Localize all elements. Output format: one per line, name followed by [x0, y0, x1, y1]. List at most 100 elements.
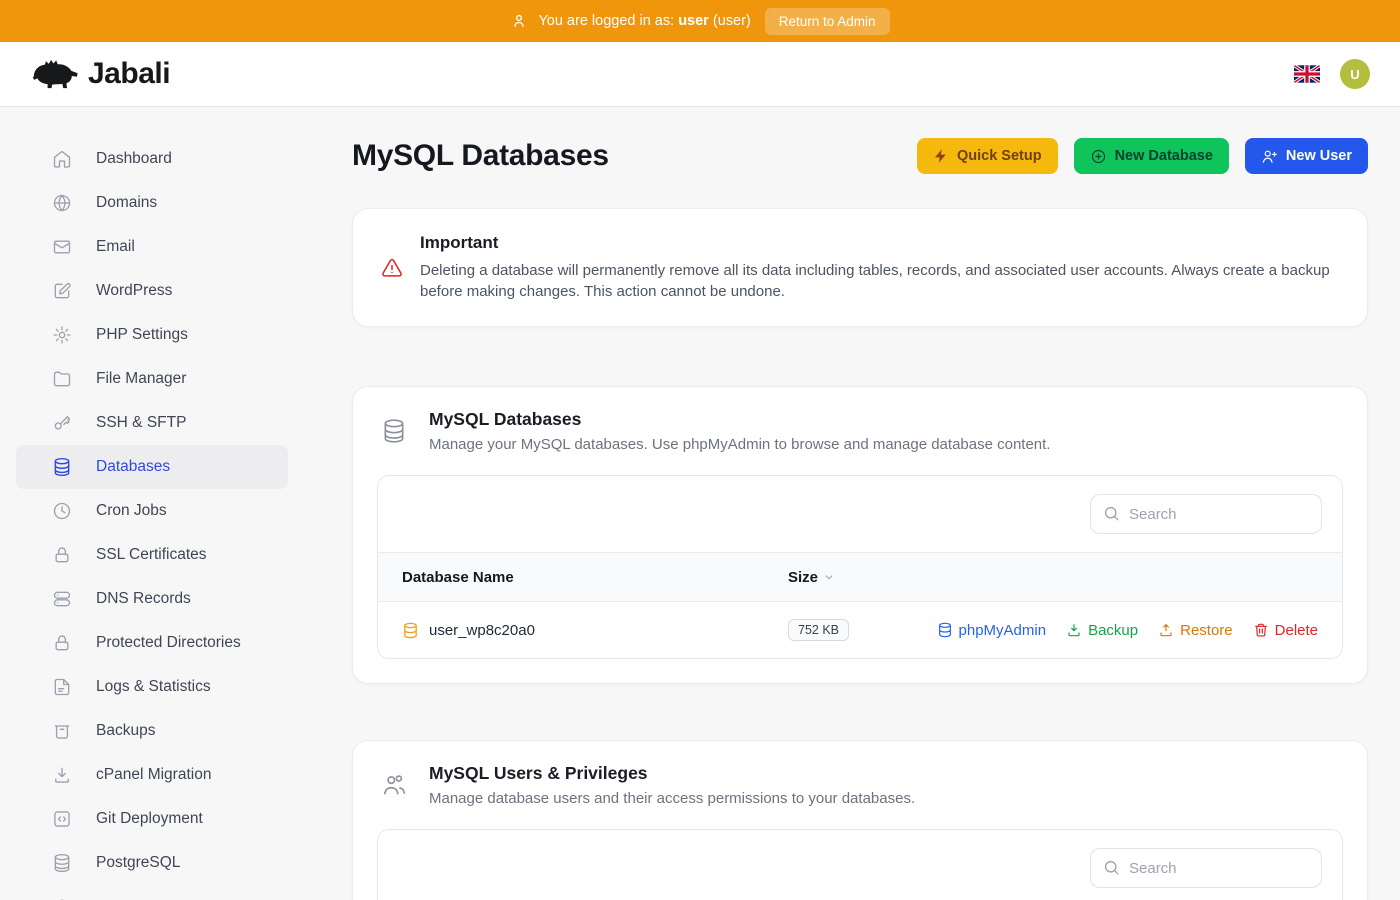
- sidebar-item-php-settings[interactable]: PHP Settings: [16, 313, 288, 357]
- backup-link[interactable]: Backup: [1066, 622, 1138, 639]
- return-to-admin-button[interactable]: Return to Admin: [765, 8, 890, 35]
- restore-link[interactable]: Restore: [1158, 622, 1233, 639]
- sidebar-item-cron-jobs[interactable]: Cron Jobs: [16, 489, 288, 533]
- trash-icon: [1253, 622, 1269, 638]
- sidebar-item-label: PostgreSQL: [96, 854, 180, 872]
- users-card-subtitle: Manage database users and their access p…: [429, 790, 915, 807]
- globe-icon: [52, 193, 72, 213]
- sidebar-item-dns-records[interactable]: DNS Records: [16, 577, 288, 621]
- page-title: MySQL Databases: [352, 139, 609, 173]
- app-header: Jabali U: [0, 42, 1400, 107]
- user-avatar[interactable]: U: [1340, 59, 1370, 89]
- download-icon: [1066, 622, 1082, 638]
- home-icon: [52, 149, 72, 169]
- zap-icon: [933, 148, 949, 164]
- column-size-sort[interactable]: Size: [788, 569, 1318, 586]
- users-search-input[interactable]: [1090, 848, 1322, 888]
- sidebar-item-label: Logs & Statistics: [96, 678, 211, 696]
- user-icon: [510, 12, 528, 30]
- boar-logo-icon: [30, 56, 80, 92]
- new-user-button[interactable]: New User: [1245, 138, 1368, 174]
- databases-card-title: MySQL Databases: [429, 409, 1050, 430]
- sidebar-item-partial[interactable]: [16, 885, 288, 900]
- sidebar-item-label: Domains: [96, 194, 157, 212]
- phpmyadmin-link[interactable]: phpMyAdmin: [937, 622, 1047, 639]
- sidebar-item-label: DNS Records: [96, 590, 191, 608]
- brand-logo[interactable]: Jabali: [30, 56, 170, 92]
- sidebar-item-cpanel-migration[interactable]: cPanel Migration: [16, 753, 288, 797]
- upload-icon: [1158, 622, 1174, 638]
- sidebar-item-label: Dashboard: [96, 150, 172, 168]
- folder-icon: [52, 369, 72, 389]
- download-icon: [52, 765, 72, 785]
- plus-circle-icon: [1090, 148, 1107, 165]
- sidebar-item-label: Git Deployment: [96, 810, 203, 828]
- sidebar-item-logs-statistics[interactable]: Logs & Statistics: [16, 665, 288, 709]
- sidebar-item-ssl-certificates[interactable]: SSL Certificates: [16, 533, 288, 577]
- file-text-icon: [52, 677, 72, 697]
- delete-link[interactable]: Delete: [1253, 622, 1318, 639]
- trash-box-icon: [52, 721, 72, 741]
- main-content: MySQL Databases Quick Setup New Database…: [290, 107, 1400, 900]
- sidebar-item-label: WordPress: [96, 282, 172, 300]
- databases-search-input[interactable]: [1090, 494, 1322, 534]
- database-icon: [937, 622, 953, 638]
- login-role: (user): [713, 13, 751, 29]
- database-name: user_wp8c20a0: [429, 622, 535, 639]
- logged-in-status: You are logged in as: user (user): [510, 12, 750, 30]
- sidebar-item-label: Email: [96, 238, 135, 256]
- sidebar-nav: Dashboard Domains Email WordPress PHP Se…: [0, 107, 290, 900]
- users-card-title: MySQL Users & Privileges: [429, 763, 915, 784]
- pen-icon: [52, 281, 72, 301]
- alert-title: Important: [420, 233, 1339, 253]
- sidebar-item-databases[interactable]: Databases: [16, 445, 288, 489]
- clock-icon: [52, 501, 72, 521]
- sidebar-item-label: cPanel Migration: [96, 766, 211, 784]
- databases-card-subtitle: Manage your MySQL databases. Use phpMyAd…: [429, 436, 1050, 453]
- sidebar-item-label: Protected Directories: [96, 634, 241, 652]
- database-icon: [52, 853, 72, 873]
- database-icon: [402, 622, 419, 639]
- login-prefix: You are logged in as:: [538, 13, 674, 29]
- new-database-button[interactable]: New Database: [1074, 138, 1229, 174]
- sidebar-item-protected-directories[interactable]: Protected Directories: [16, 621, 288, 665]
- sidebar-item-email[interactable]: Email: [16, 225, 288, 269]
- database-size-badge: 752 KB: [788, 619, 849, 641]
- users-icon: [381, 772, 407, 798]
- server-icon: [52, 589, 72, 609]
- search-icon: [1102, 504, 1121, 523]
- lock-icon: [52, 545, 72, 565]
- lock-icon: [52, 633, 72, 653]
- sidebar-item-label: Databases: [96, 458, 170, 476]
- database-row: user_wp8c20a0 752 KB phpMyAdmin Backup: [378, 602, 1342, 658]
- gear-icon: [52, 325, 72, 345]
- sidebar-item-file-manager[interactable]: File Manager: [16, 357, 288, 401]
- database-icon: [381, 418, 407, 444]
- sidebar-item-backups[interactable]: Backups: [16, 709, 288, 753]
- brand-name: Jabali: [88, 57, 170, 91]
- column-database-name: Database Name: [402, 569, 788, 586]
- sidebar-item-ssh-sftp[interactable]: SSH & SFTP: [16, 401, 288, 445]
- alert-body: Deleting a database will permanently rem…: [420, 260, 1339, 302]
- sidebar-item-git-deployment[interactable]: Git Deployment: [16, 797, 288, 841]
- sidebar-item-domains[interactable]: Domains: [16, 181, 288, 225]
- mail-icon: [52, 237, 72, 257]
- key-icon: [52, 413, 72, 433]
- important-alert: Important Deleting a database will perma…: [352, 208, 1368, 327]
- sidebar-item-dashboard[interactable]: Dashboard: [16, 137, 288, 181]
- quick-setup-button[interactable]: Quick Setup: [917, 138, 1058, 174]
- uk-flag-icon[interactable]: [1294, 65, 1320, 83]
- sidebar-item-label: SSH & SFTP: [96, 414, 186, 432]
- sidebar-item-label: Cron Jobs: [96, 502, 167, 520]
- users-card: MySQL Users & Privileges Manage database…: [352, 740, 1368, 900]
- sidebar-item-label: Backups: [96, 722, 155, 740]
- admin-session-bar: You are logged in as: user (user) Return…: [0, 0, 1400, 42]
- sidebar-item-label: PHP Settings: [96, 326, 188, 344]
- sidebar-item-label: SSL Certificates: [96, 546, 207, 564]
- code-icon: [52, 809, 72, 829]
- sidebar-item-postgresql[interactable]: PostgreSQL: [16, 841, 288, 885]
- chevron-down-icon: [822, 570, 836, 584]
- sidebar-item-wordpress[interactable]: WordPress: [16, 269, 288, 313]
- login-username: user: [678, 13, 709, 29]
- alert-triangle-icon: [381, 257, 403, 279]
